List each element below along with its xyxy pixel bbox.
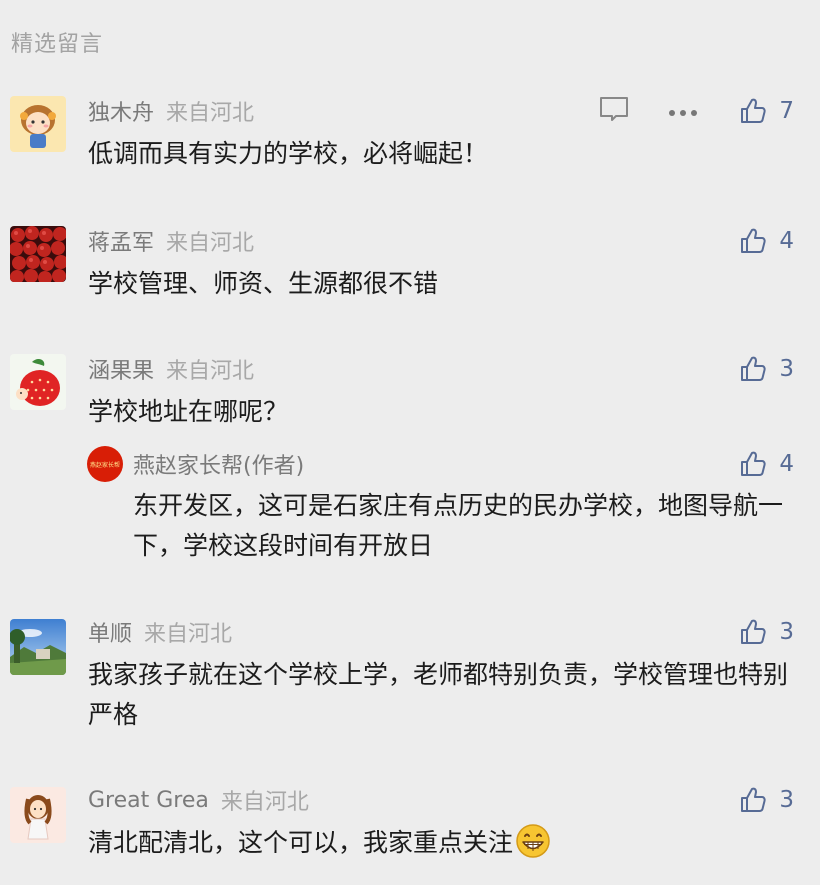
location-label: 来自河北: [166, 359, 255, 384]
like-count: 3: [779, 787, 794, 813]
more-icon[interactable]: [668, 102, 698, 121]
like-count: 3: [779, 619, 794, 645]
comment-text: 清北配清北，这个可以，我家重点关注: [88, 828, 514, 857]
comment-text: 学校管理、师资、生源都很不错: [88, 269, 439, 298]
reply-text: 东开发区，这可是石家庄有点历史的民办学校，地图导航一下，学校这段时间有开放日: [133, 491, 784, 560]
thumbs-up-icon: [741, 98, 766, 123]
like-count: 4: [779, 451, 794, 477]
red-dates-avatar[interactable]: [10, 226, 66, 282]
comment-text: 我家孩子就在这个学校上学，老师都特别负责，学校管理也特别严格: [88, 660, 789, 729]
like-button[interactable]: 7: [739, 96, 794, 126]
like-count: 4: [779, 228, 794, 254]
cartoon-girl-avatar[interactable]: [10, 96, 66, 152]
thumbs-up-icon: [741, 356, 766, 381]
author-name[interactable]: Great Grea: [88, 788, 209, 813]
thumbs-up-icon: [741, 451, 766, 476]
location-label: 来自河北: [144, 622, 233, 647]
author-avatar[interactable]: 燕赵家长帮: [87, 446, 123, 482]
thumbs-up-icon: [741, 787, 766, 812]
comment-header: 单顺 来自河北: [88, 617, 232, 647]
comment-actions: [598, 96, 698, 126]
strawberry-avatar[interactable]: [10, 354, 66, 410]
section-title: 精选留言: [11, 32, 104, 57]
reply-author-name[interactable]: 燕赵家长帮(作者): [133, 448, 304, 480]
reply-icon[interactable]: [598, 95, 630, 127]
like-button[interactable]: 3: [739, 354, 794, 384]
girl-avatar[interactable]: [10, 787, 66, 843]
like-button[interactable]: 4: [739, 226, 794, 256]
location-label: 来自河北: [166, 101, 255, 126]
comment-header: Great Grea 来自河北: [88, 785, 309, 816]
reply-header: 燕赵家长帮(作者): [133, 449, 304, 479]
like-count: 3: [779, 356, 794, 382]
like-button[interactable]: 3: [739, 617, 794, 647]
comment-header: 蒋孟军 来自河北: [88, 226, 254, 256]
comment-text: 低调而具有实力的学校，必将崛起！: [88, 139, 489, 168]
like-button[interactable]: 4: [739, 449, 794, 479]
thumbs-up-icon: [741, 228, 766, 253]
comment-text: 学校地址在哪呢？: [88, 397, 289, 426]
author-name[interactable]: 蒋孟军: [88, 225, 154, 257]
comment-header: 独木舟 来自河北: [88, 96, 254, 126]
location-label: 来自河北: [220, 790, 309, 815]
grinning-emoji-icon: [515, 823, 551, 871]
author-name[interactable]: 涵果果: [88, 353, 154, 385]
location-label: 来自河北: [166, 231, 255, 256]
landscape-avatar[interactable]: [10, 619, 66, 675]
author-name[interactable]: 单顺: [88, 616, 132, 648]
thumbs-up-icon: [741, 619, 766, 644]
comment-header: 涵果果 来自河北: [88, 354, 254, 384]
like-count: 7: [779, 98, 794, 124]
comment-text-row: 清北配清北，这个可以，我家重点关注: [88, 823, 788, 871]
like-button[interactable]: 3: [739, 785, 794, 815]
author-name[interactable]: 独木舟: [88, 95, 154, 127]
author-avatar-label: 燕赵家长帮: [89, 461, 120, 469]
